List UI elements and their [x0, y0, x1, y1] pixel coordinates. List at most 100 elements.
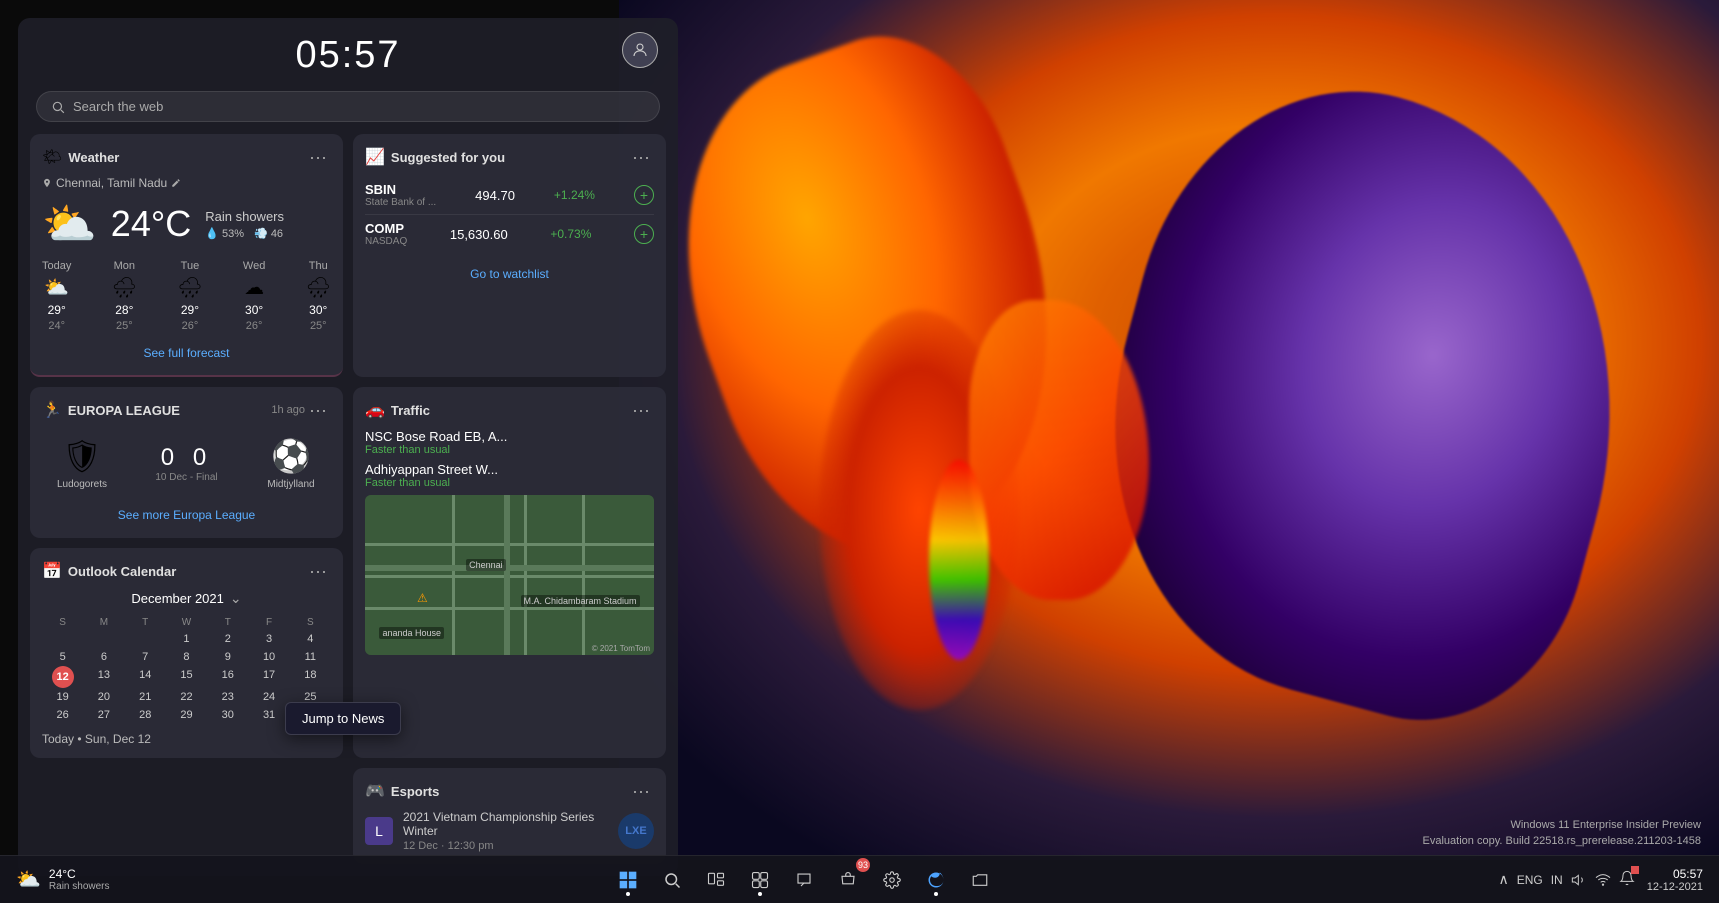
cal-cell-11[interactable]: 11 [290, 648, 331, 666]
weather-icon: 🌤 [42, 147, 62, 167]
map-road-v3 [582, 495, 585, 655]
esports-title-row: 🎮 Esports [365, 781, 439, 801]
cal-cell[interactable] [42, 630, 83, 648]
match-score: 0 0 [161, 444, 212, 472]
taskbar-search-button[interactable] [654, 862, 690, 898]
stock-add-comp-button[interactable]: + [634, 224, 654, 244]
windows-icon [618, 870, 638, 890]
cal-cell-8[interactable]: 8 [166, 648, 207, 666]
cal-cell-3[interactable]: 3 [248, 630, 289, 648]
esports-event: L 2021 Vietnam Championship Series Winte… [365, 810, 654, 852]
calendar-header-row: S M T W T F S [42, 615, 331, 630]
cal-week-3: 12 13 14 15 16 17 18 [42, 666, 331, 688]
forecast-today: Today ⛅ 29° 24° [42, 260, 71, 332]
traffic-more-button[interactable]: ··· [628, 399, 654, 421]
cal-cell-6[interactable]: 6 [83, 648, 124, 666]
cal-cell-18[interactable]: 18 [290, 666, 331, 688]
forecast-mon: Mon 🌧 28° 25° [112, 260, 137, 332]
cal-cell-15[interactable]: 15 [166, 666, 207, 688]
cal-cell-20[interactable]: 20 [83, 688, 124, 706]
cal-cell[interactable] [125, 630, 166, 648]
widget-panel: 05:57 Search the web 🌤 [18, 18, 678, 876]
taskbar-clock[interactable]: 05:57 12-12-2021 [1647, 867, 1703, 893]
cal-cell-17[interactable]: 17 [248, 666, 289, 688]
stocks-more-button[interactable]: ··· [628, 146, 654, 168]
lang-indicator[interactable]: ENG [1517, 873, 1543, 887]
settings-icon [883, 871, 901, 889]
notification-area[interactable] [1619, 870, 1635, 889]
cal-cell[interactable] [83, 630, 124, 648]
volume-icon[interactable] [1571, 872, 1587, 888]
europa-title: EUROPA LEAGUE [68, 403, 180, 418]
cal-cell-4[interactable]: 4 [290, 630, 331, 648]
cal-cell-16[interactable]: 16 [207, 666, 248, 688]
map-main-road-v [504, 495, 510, 655]
cal-cell-21[interactable]: 21 [125, 688, 166, 706]
see-full-forecast-button[interactable]: See full forecast [42, 342, 331, 364]
cal-week-2: 5 6 7 8 9 10 11 [42, 648, 331, 666]
panel-clock: 05:57 [295, 34, 400, 77]
esports-more-button[interactable]: ··· [628, 780, 654, 802]
cal-cell-14[interactable]: 14 [125, 666, 166, 688]
wallpaper-rainbow [929, 460, 989, 660]
task-view-button[interactable] [698, 862, 734, 898]
weather-wind: 💨 46 [254, 227, 283, 240]
cal-cell-1[interactable]: 1 [166, 630, 207, 648]
stock-add-sbin-button[interactable]: + [634, 185, 654, 205]
weather-more-button[interactable]: ··· [305, 146, 331, 168]
cal-hdr-m: M [83, 615, 124, 630]
file-explorer-button[interactable] [962, 862, 998, 898]
cal-cell-10[interactable]: 10 [248, 648, 289, 666]
up-arrow-icon[interactable]: ∧ [1498, 871, 1508, 888]
network-icon[interactable] [1595, 872, 1611, 888]
search-bar[interactable]: Search the web [36, 91, 660, 122]
widgets-icon [751, 871, 769, 889]
edge-icon [927, 871, 945, 889]
cal-cell-26[interactable]: 26 [42, 706, 83, 724]
cal-cell-31[interactable]: 31 [248, 706, 289, 724]
cal-cell-29[interactable]: 29 [166, 706, 207, 724]
cal-cell-30[interactable]: 30 [207, 706, 248, 724]
traffic-route-2: Adhiyappan Street W... Faster than usual [365, 462, 654, 489]
cal-cell-13[interactable]: 13 [83, 666, 124, 688]
settings-button[interactable] [874, 862, 910, 898]
map-label-chennai: Chennai [466, 559, 506, 571]
cal-cell-23[interactable]: 23 [207, 688, 248, 706]
store-button[interactable]: 93 [830, 862, 866, 898]
traffic-status-1: Faster than usual [365, 444, 654, 456]
traffic-header: 🚗 Traffic ··· [365, 399, 654, 421]
store-icon [839, 871, 857, 889]
go-to-watchlist-button[interactable]: Go to watchlist [365, 263, 654, 285]
chat-button[interactable] [786, 862, 822, 898]
calendar-more-button[interactable]: ··· [305, 560, 331, 582]
cal-cell-27[interactable]: 27 [83, 706, 124, 724]
cal-cell-28[interactable]: 28 [125, 706, 166, 724]
cal-cell-7[interactable]: 7 [125, 648, 166, 666]
avatar-button[interactable] [622, 32, 658, 68]
cal-cell-today[interactable]: 12 [52, 666, 74, 688]
see-more-europa-button[interactable]: See more Europa League [42, 504, 331, 526]
weather-widget: 🌤 Weather ··· Chennai, Tamil Nadu ⛅ 24°C [30, 134, 343, 377]
europa-more-button[interactable]: ··· [305, 399, 331, 421]
taskbar-date: 12-12-2021 [1647, 881, 1703, 893]
start-button[interactable] [610, 862, 646, 898]
traffic-icon: 🚗 [365, 400, 385, 420]
desktop: 05:57 Search the web 🌤 [0, 0, 1719, 903]
stocks-title-row: 📈 Suggested for you [365, 147, 505, 167]
store-badge: 93 [856, 858, 870, 872]
cal-cell-5[interactable]: 5 [42, 648, 83, 666]
home-team-badge: 🛡 [62, 437, 103, 475]
widgets-button[interactable] [742, 862, 778, 898]
calendar-chevron-icon[interactable]: ⌄ [230, 590, 242, 607]
region-indicator[interactable]: IN [1551, 873, 1563, 887]
jump-to-news-tooltip[interactable]: Jump to News [285, 702, 401, 735]
cal-cell-2[interactable]: 2 [207, 630, 248, 648]
cal-cell-9[interactable]: 9 [207, 648, 248, 666]
taskbar-search-icon [663, 871, 681, 889]
wallpaper-shape-4 [969, 300, 1149, 600]
cal-cell-24[interactable]: 24 [248, 688, 289, 706]
cal-cell-19[interactable]: 19 [42, 688, 83, 706]
edge-button[interactable] [918, 862, 954, 898]
cal-cell-22[interactable]: 22 [166, 688, 207, 706]
europa-time-ago: 1h ago [271, 404, 305, 416]
